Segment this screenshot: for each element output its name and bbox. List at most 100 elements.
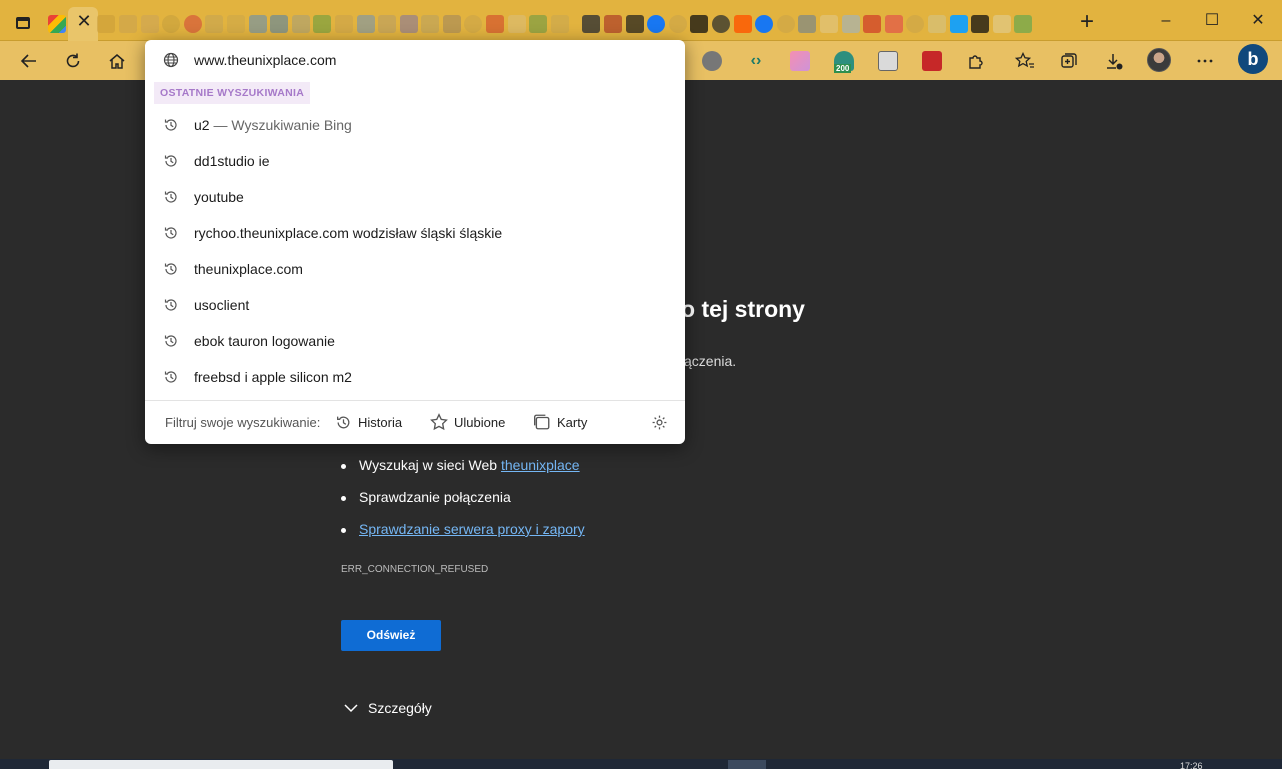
refresh-icon [66, 53, 80, 68]
gear-icon [652, 415, 667, 429]
recent-search-item[interactable]: u2 — Wyszukiwanie Bing [145, 107, 685, 143]
search-tab-icon[interactable] [906, 15, 925, 33]
cube-extension-icon[interactable] [878, 51, 898, 71]
back-button[interactable] [17, 49, 41, 73]
gear-extension-icon[interactable] [702, 51, 722, 71]
filter-favorites-button[interactable]: Ulubione [430, 410, 505, 434]
soundcloud-tab-icon[interactable] [733, 15, 752, 33]
home-button[interactable] [105, 49, 129, 73]
bullet-icon [341, 495, 346, 501]
search-settings-button[interactable] [651, 410, 674, 434]
code-extension-icon[interactable]: ‹› [746, 51, 766, 71]
tab-icon[interactable] [291, 15, 310, 33]
bullet-icon [341, 527, 346, 533]
back-arrow-icon [20, 54, 36, 68]
url-suggestion[interactable]: www.theunixplace.com [145, 42, 685, 78]
reload-button[interactable]: Odśwież [341, 620, 441, 651]
tab-icon[interactable] [582, 15, 601, 33]
profile-avatar[interactable] [1147, 48, 1171, 72]
recent-search-item[interactable]: youtube [145, 179, 685, 215]
github-tab-icon[interactable] [712, 15, 731, 33]
facebook-tab-icon[interactable] [647, 15, 666, 33]
maximize-button[interactable]: ☐ [1200, 10, 1224, 32]
history-icon [164, 335, 177, 347]
suggestion-text: Sprawdzanie połączenia [359, 489, 511, 505]
tab-icon[interactable] [162, 15, 181, 33]
bing-chat-button[interactable]: b [1238, 44, 1268, 74]
tiktok-tab-icon[interactable] [971, 15, 990, 33]
collections-button[interactable] [1057, 49, 1081, 73]
settings-menu-button[interactable] [1193, 49, 1217, 73]
recent-search-text: dd1studio ie [194, 153, 270, 169]
taskbar-active-app[interactable] [728, 760, 766, 769]
zus-tab-icon[interactable] [1014, 15, 1033, 33]
search-tab-icon[interactable] [464, 15, 483, 33]
extension-icon[interactable] [790, 51, 810, 71]
tab-icon[interactable] [378, 15, 397, 33]
tab-icon[interactable] [313, 15, 332, 33]
details-toggle[interactable]: Szczegóły [344, 700, 432, 716]
tab-icon[interactable] [334, 15, 353, 33]
tab-icon[interactable] [884, 15, 903, 33]
tab-icon[interactable] [356, 15, 375, 33]
tab-icon[interactable] [529, 15, 548, 33]
pdf-extension-icon[interactable] [922, 51, 942, 71]
tab-icon[interactable] [118, 15, 137, 33]
tab-icon[interactable] [226, 15, 245, 33]
x-tab-icon[interactable] [625, 15, 644, 33]
tab-icon[interactable] [421, 15, 440, 33]
favorites-button[interactable] [1013, 49, 1037, 73]
tab-icon[interactable] [604, 15, 623, 33]
recent-search-text: freebsd i apple silicon m2 [194, 369, 352, 385]
facebook-tab-icon[interactable] [755, 15, 774, 33]
search-tab-icon[interactable] [668, 15, 687, 33]
puzzle-icon [969, 55, 983, 69]
twitter-tab-icon[interactable] [949, 15, 968, 33]
tab-icon[interactable] [798, 15, 817, 33]
page-tab-icon[interactable] [992, 15, 1011, 33]
taskbar-search-box[interactable] [49, 760, 393, 769]
globe-icon [163, 52, 179, 68]
extensions-button[interactable] [964, 49, 988, 73]
gmail-tab-icon[interactable] [47, 15, 66, 33]
new-tab-button[interactable]: + [1076, 10, 1098, 34]
recent-search-item[interactable]: rychoo.theunixplace.com wodzisław śląski… [145, 215, 685, 251]
pdf-tab-icon[interactable] [863, 15, 882, 33]
tab-icon[interactable] [819, 15, 838, 33]
rss-tab-icon[interactable] [140, 15, 159, 33]
tab-icon[interactable] [205, 15, 224, 33]
downloads-button[interactable] [1102, 49, 1126, 73]
refresh-button[interactable] [61, 49, 85, 73]
recent-search-item[interactable]: freebsd i apple silicon m2 [145, 359, 685, 395]
tab-icon[interactable] [841, 15, 860, 33]
tab-icon[interactable] [248, 15, 267, 33]
tab-icon[interactable] [183, 15, 202, 33]
php-tab-icon[interactable] [399, 15, 418, 33]
recent-search-item[interactable]: ebok tauron logowanie [145, 323, 685, 359]
recent-search-item[interactable]: dd1studio ie [145, 143, 685, 179]
filter-tabs-button[interactable]: Karty [533, 410, 587, 434]
rss-tab-icon[interactable] [97, 15, 116, 33]
recent-search-item[interactable]: theunixplace.com [145, 251, 685, 287]
tiktok-tab-icon[interactable] [690, 15, 709, 33]
search-tab-icon[interactable] [776, 15, 795, 33]
extension-badge: 200 [834, 64, 852, 73]
history-icon [164, 191, 177, 203]
recent-search-item[interactable]: usoclient [145, 287, 685, 323]
recent-search-text: usoclient [194, 297, 250, 313]
tab-icon[interactable] [550, 15, 569, 33]
recent-search-text: youtube [194, 189, 244, 205]
close-window-button[interactable]: ✕ [1246, 10, 1270, 32]
check-proxy-link[interactable]: Sprawdzanie serwera proxy i zapory [359, 521, 585, 537]
minimize-button[interactable]: – [1154, 10, 1178, 32]
tab-icon[interactable] [442, 15, 461, 33]
filter-history-button[interactable]: Historia [335, 410, 402, 434]
tab-actions-menu-button[interactable] [12, 12, 34, 34]
tab-icon[interactable] [486, 15, 505, 33]
bullet-icon [341, 463, 346, 469]
page-tab-icon[interactable] [507, 15, 526, 33]
tab-icon[interactable] [270, 15, 289, 33]
search-web-link[interactable]: theunixplace [501, 457, 580, 473]
tabs-icon [534, 414, 550, 430]
tab-icon[interactable] [927, 15, 946, 33]
